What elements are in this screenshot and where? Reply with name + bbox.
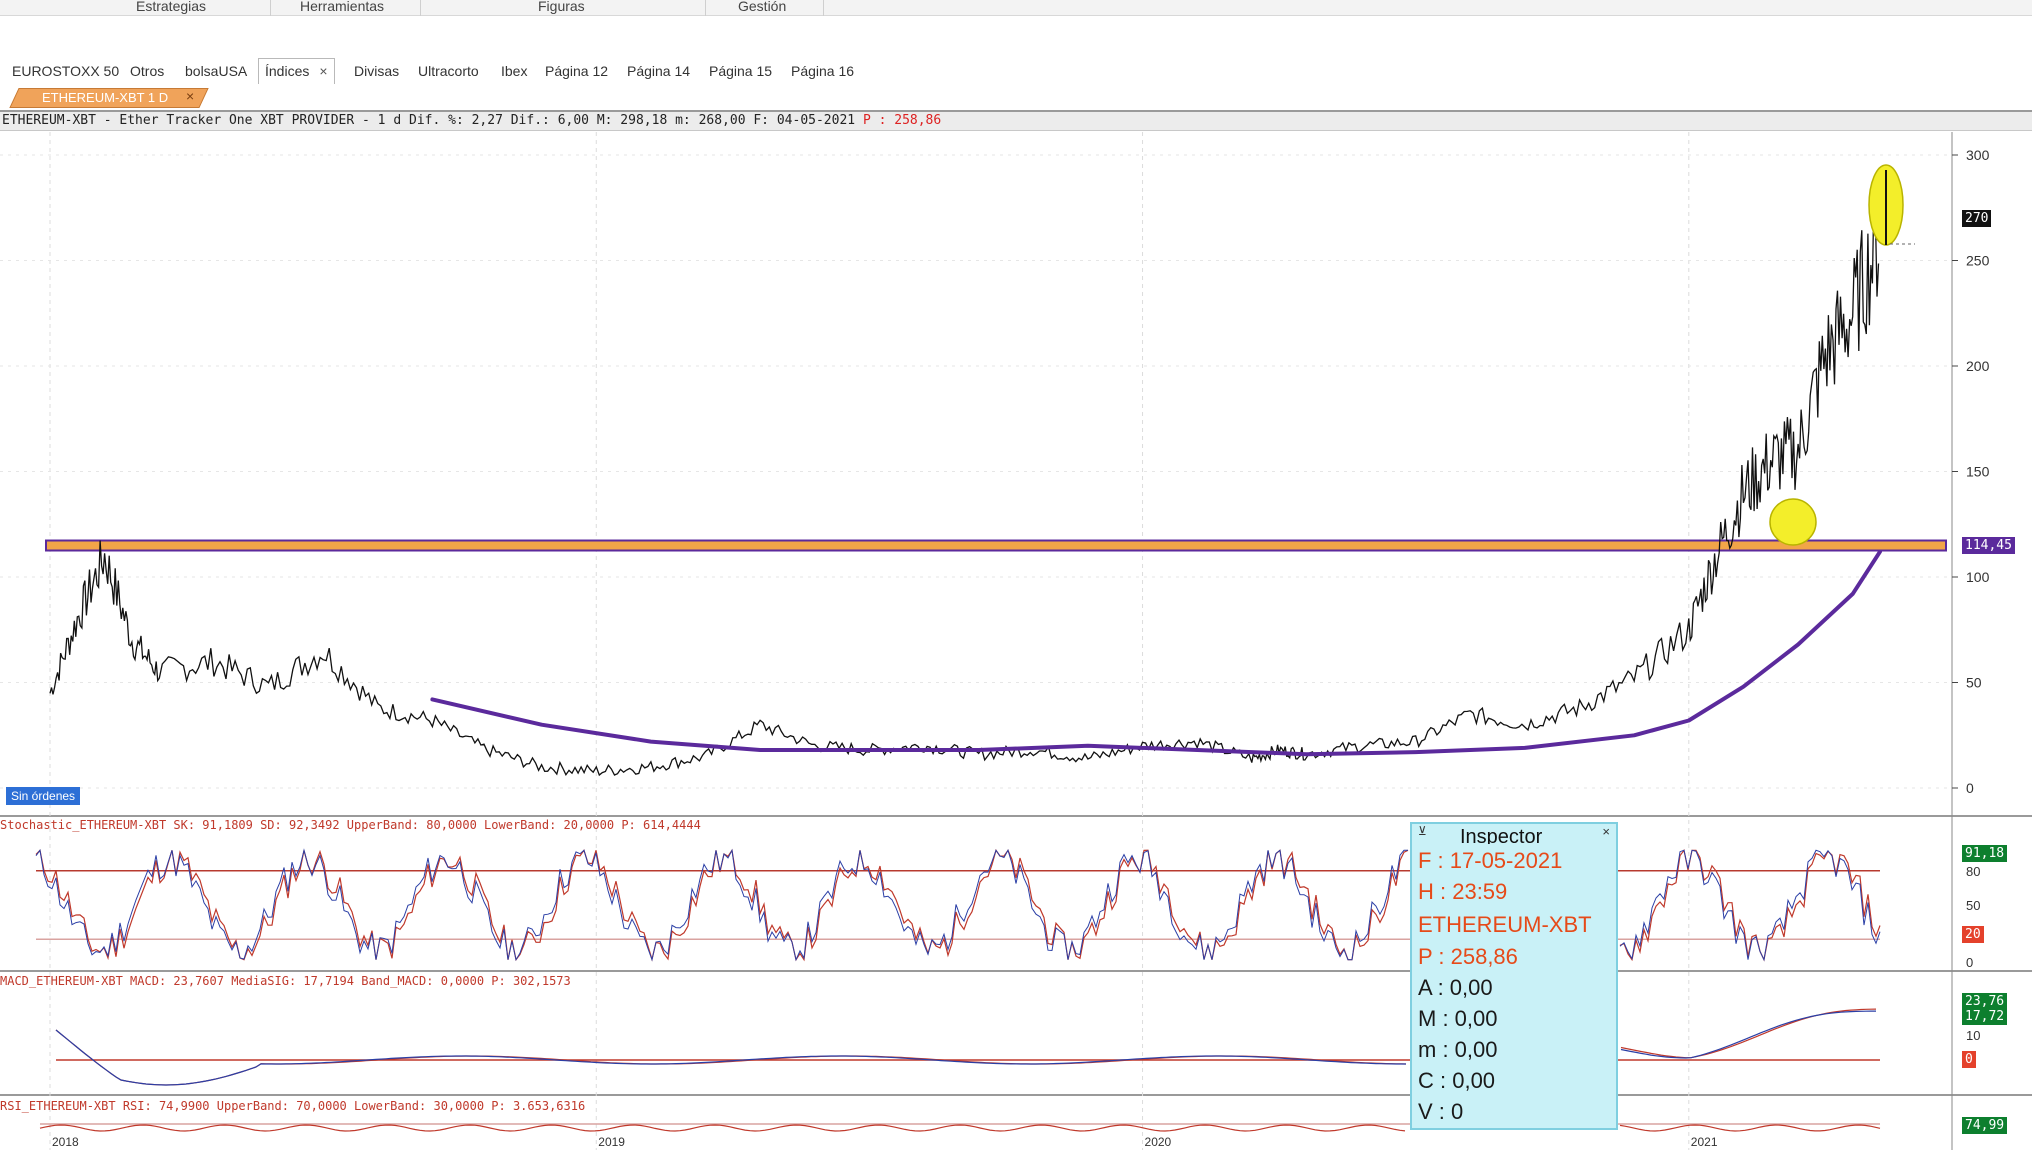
inspector-title[interactable]: Inspector [1460,826,1542,844]
resistance-line [45,539,1947,552]
price-series-line [49,194,1880,777]
x-axis-tick-label: 2021 [1691,1135,1718,1149]
price-axis-tick-label: 0 [1966,780,1974,796]
macd-label: MACD_ETHEREUM-XBT MACD: 23,7607 MediaSIG… [0,974,571,988]
price-axis-tick-label: 200 [1966,358,1990,374]
stochastic-low-box: 20 [1962,926,1984,943]
moving-average-line [430,549,1882,757]
rsi-value-box: 74,99 [1962,1117,2008,1134]
inspector-panel[interactable]: ⊻ Inspector × F : 17-05-2021 H : 23:59 E… [1410,822,1618,1130]
inspector-price: P : 258,86 [1418,944,1518,969]
inspector-date: F : 17-05-2021 [1418,848,1563,873]
sin-ordenes-badge[interactable]: Sin órdenes [6,787,81,805]
rsi-label: RSI_ETHEREUM-XBT RSI: 74,9900 UpperBand:… [0,1099,586,1113]
highlight-circle-breakout [1769,498,1817,546]
inspector-hour: H : 23:59 [1418,879,1508,904]
macd-value-box-2: 17,72 [1962,1008,2008,1025]
stochastic-label: Stochastic_ETHEREUM-XBT SK: 91,1809 SD: … [0,818,701,832]
pin-icon[interactable]: ⊻ [1418,824,1427,838]
stochastic-axis-tick-label: 50 [1966,898,1980,913]
price-axis-tick-label: 50 [1966,675,1982,691]
price-axis-tick-label: 300 [1966,147,1990,163]
inspector-m-upper: M : 0,00 [1418,1006,1498,1031]
inspector-m-lower: m : 0,00 [1418,1037,1498,1062]
stochastic-value-box: 91,18 [1962,845,2008,862]
x-axis-tick-label: 2020 [1145,1135,1172,1149]
stochastic-axis-tick-label: 80 [1966,864,1980,879]
level-price-box: 114,45 [1962,537,2015,554]
inspector-c: C : 0,00 [1418,1068,1496,1093]
inspector-v: V : 0 [1418,1099,1464,1124]
x-axis-tick-label: 2019 [598,1135,625,1149]
inspector-close-icon[interactable]: × [1602,824,1610,839]
current-price-box: 270 [1962,210,1992,227]
stochastic-axis-tick-label: 0 [1966,955,1973,970]
x-axis-tick-label: 2018 [52,1135,79,1149]
price-axis-tick-label: 250 [1966,253,1990,269]
price-axis-tick-label: 100 [1966,569,1990,585]
macd-axis-tick-label: 10 [1966,1028,1980,1043]
inspector-symbol: ETHEREUM-XBT [1418,912,1592,937]
price-axis-tick-label: 150 [1966,464,1990,480]
inspector-a: A : 0,00 [1418,975,1493,1000]
macd-zero-box: 0 [1962,1051,1976,1068]
